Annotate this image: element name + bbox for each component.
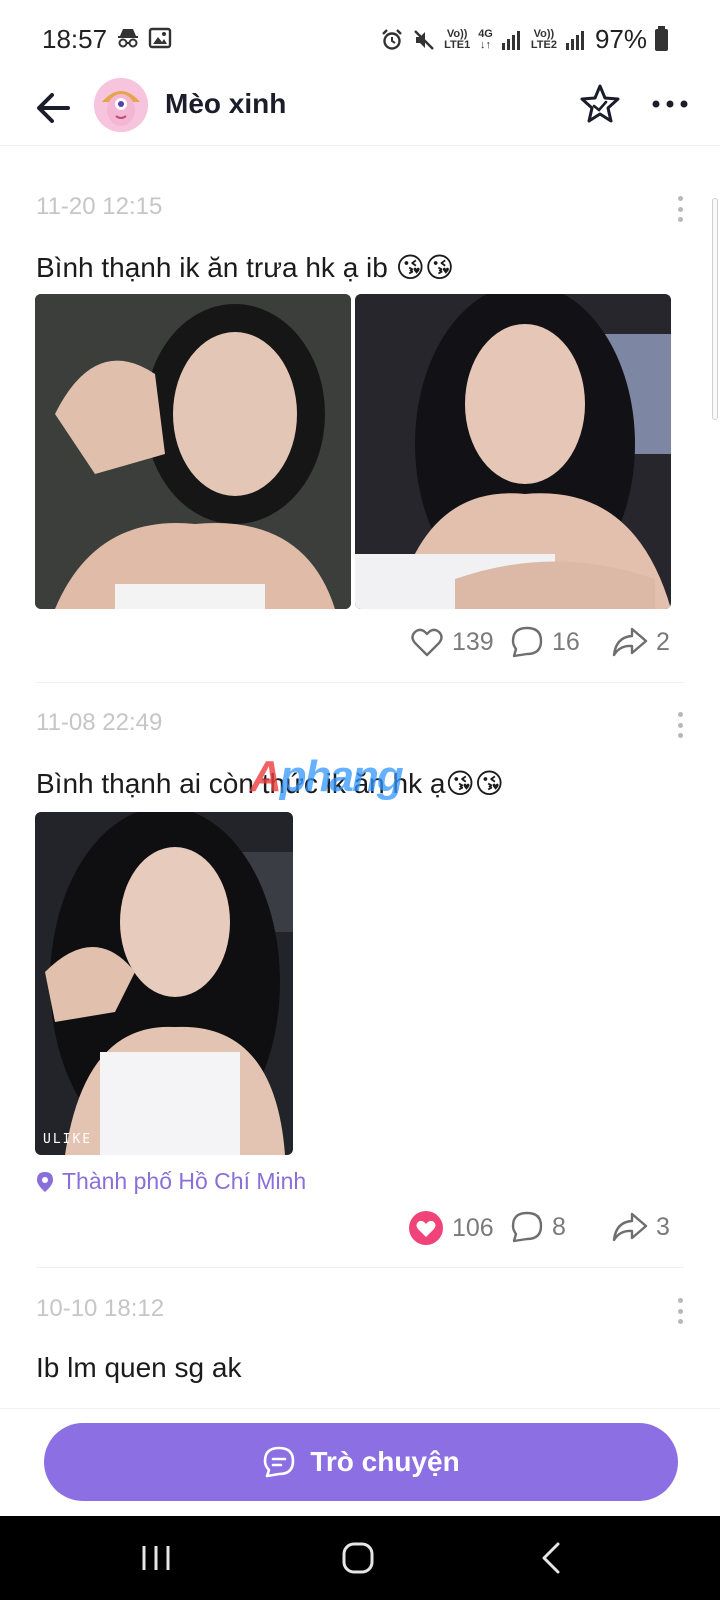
- like-button[interactable]: 106: [408, 1210, 494, 1246]
- scroll-handle[interactable]: [712, 198, 718, 420]
- back-nav-icon[interactable]: [530, 1536, 574, 1580]
- location-tag[interactable]: Thành phố Hồ Chí Minh: [36, 1168, 306, 1195]
- post-menu-icon[interactable]: [670, 712, 690, 738]
- comment-icon: [511, 1211, 543, 1243]
- status-bar: 18:57 Vo)) LTE1 4G ↓↑ Vo)) LTE2 97%: [0, 0, 720, 78]
- comment-button[interactable]: 8: [510, 1210, 566, 1244]
- like-count: 139: [452, 627, 494, 656]
- post-photo[interactable]: [355, 294, 671, 609]
- sim2-bottom: LTE2: [530, 38, 557, 51]
- post-actions: 106 8 3: [0, 1210, 720, 1254]
- gallery-icon: [148, 27, 172, 49]
- battery-icon: [655, 25, 668, 51]
- share-button[interactable]: 2: [612, 625, 670, 659]
- photo-illustration: [35, 812, 293, 1155]
- sim2-indicator: Vo)) LTE2: [530, 27, 557, 51]
- photo-illustration: [355, 294, 671, 609]
- comment-count: 16: [552, 627, 580, 656]
- like-button[interactable]: 139: [410, 625, 494, 659]
- post-time: 11-20 12:15: [36, 193, 163, 220]
- comment-count: 8: [552, 1212, 566, 1241]
- like-count: 106: [452, 1213, 494, 1242]
- back-arrow-icon[interactable]: [32, 86, 76, 130]
- post-photo[interactable]: ULIKE: [35, 812, 293, 1155]
- star-icon[interactable]: [578, 82, 622, 126]
- post-divider: [36, 1267, 684, 1268]
- photo-illustration: [35, 294, 351, 609]
- incognito-icon: [118, 29, 138, 48]
- chat-button[interactable]: Trò chuyện: [44, 1423, 678, 1501]
- chat-bubble-icon: [264, 1446, 295, 1478]
- post-text: Ib lm quen sg ak: [36, 1352, 242, 1383]
- page-title: Mèo xinh: [165, 88, 287, 119]
- heart-filled-icon: [409, 1211, 443, 1245]
- status-time: 18:57: [42, 24, 108, 54]
- mute-icon: [414, 29, 434, 50]
- avatar[interactable]: [94, 78, 148, 132]
- post-divider: [36, 682, 684, 683]
- network-type: 4G: [478, 27, 493, 40]
- post-time: 10-10 18:12: [36, 1295, 165, 1322]
- photo-watermark: ULIKE: [43, 1132, 93, 1147]
- heart-icon: [411, 628, 443, 657]
- network-indicator: 4G ↓↑: [478, 27, 493, 51]
- watermark-part1: A: [250, 752, 282, 801]
- system-nav-bar: [0, 1516, 720, 1600]
- sim1-top: Vo)): [446, 27, 468, 40]
- post-menu-icon[interactable]: [670, 1298, 690, 1324]
- sim2-top: Vo)): [533, 27, 555, 40]
- status-left-icons: [116, 26, 172, 50]
- battery-percent: 97%: [594, 24, 647, 54]
- app-header: Mèo xinh: [0, 78, 720, 146]
- post-photo[interactable]: [35, 294, 351, 609]
- signal1-icon: [501, 30, 520, 50]
- location-text: Thành phố Hồ Chí Minh: [62, 1168, 307, 1194]
- comment-icon: [511, 626, 543, 658]
- status-right-icons: Vo)) LTE1 4G ↓↑ Vo)) LTE2 97%: [380, 24, 668, 55]
- post-menu-icon[interactable]: [670, 196, 690, 222]
- recent-apps-icon[interactable]: [134, 1536, 178, 1580]
- network-arrows: ↓↑: [480, 38, 492, 51]
- share-icon: [612, 1212, 648, 1242]
- sim1-indicator: Vo)) LTE1: [444, 27, 471, 51]
- post-text: Bình thạnh ik ăn trưa hk ạ ib 😘😘: [36, 252, 455, 283]
- more-dots-icon[interactable]: [648, 86, 692, 122]
- signal2-icon: [565, 30, 584, 50]
- share-count: 2: [656, 627, 670, 656]
- alarm-icon: [382, 28, 402, 50]
- chat-button-label: Trò chuyện: [310, 1446, 460, 1477]
- comment-button[interactable]: 16: [510, 625, 580, 659]
- share-button[interactable]: 3: [612, 1210, 670, 1244]
- chat-bar: Trò chuyện: [0, 1408, 720, 1516]
- sim1-bottom: LTE1: [444, 38, 471, 51]
- site-watermark: Aphang: [250, 752, 404, 802]
- share-count: 3: [656, 1212, 670, 1241]
- location-pin-icon: [37, 1171, 53, 1192]
- post-actions: 139 16 2: [0, 625, 720, 669]
- post-time: 11-08 22:49: [36, 709, 163, 736]
- home-icon[interactable]: [336, 1536, 380, 1580]
- watermark-part2: phang: [279, 752, 404, 801]
- avatar-illustration: [94, 78, 148, 132]
- share-icon: [612, 627, 648, 657]
